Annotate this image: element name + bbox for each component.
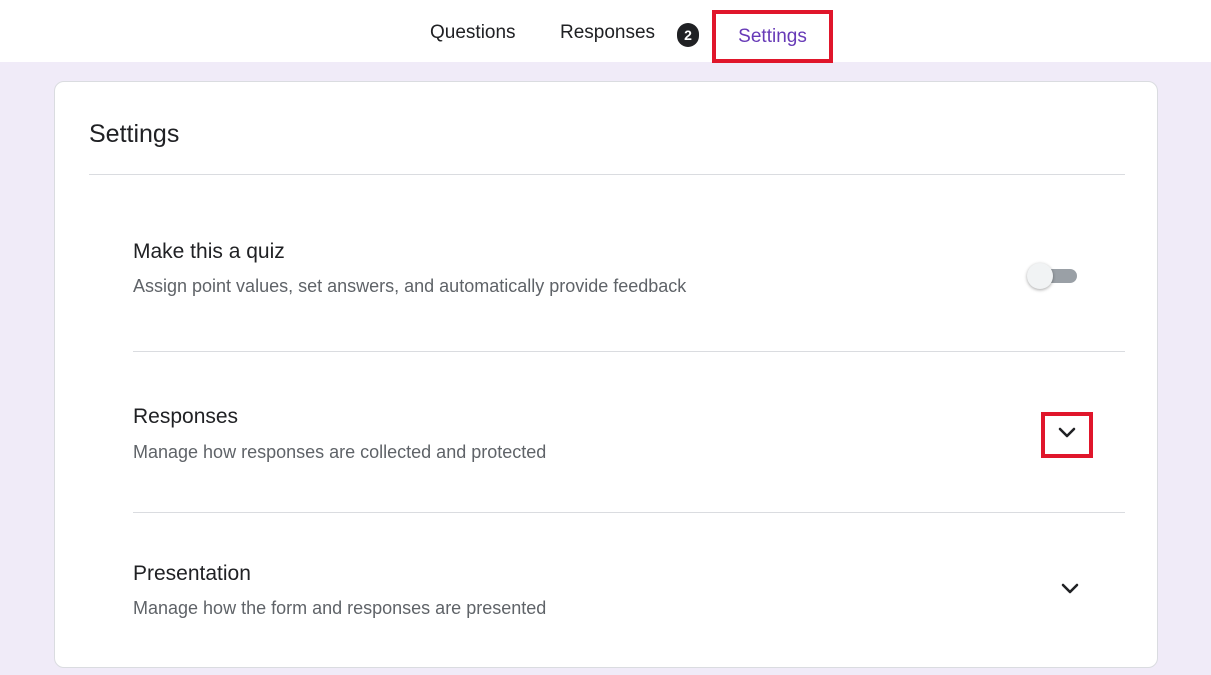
quiz-setting-title: Make this a quiz <box>133 240 285 263</box>
presentation-setting-description: Manage how the form and responses are pr… <box>133 598 547 618</box>
presentation-setting-title: Presentation <box>133 562 251 585</box>
top-nav-bar: Questions Responses 2 Settings <box>0 0 1211 63</box>
responses-setting-description: Manage how responses are collected and p… <box>133 442 547 462</box>
page-title: Settings <box>89 120 180 148</box>
responses-expand-button[interactable] <box>1041 412 1093 458</box>
quiz-toggle[interactable] <box>1025 260 1083 290</box>
chevron-down-icon <box>1058 427 1076 438</box>
settings-card: Settings Make this a quiz Assign point v… <box>54 81 1158 668</box>
toggle-thumb <box>1027 263 1053 289</box>
responses-setting-title: Responses <box>133 405 239 428</box>
row-divider <box>133 512 1125 513</box>
title-divider <box>89 174 1125 175</box>
row-divider <box>133 351 1125 352</box>
quiz-setting-description: Assign point values, set answers, and au… <box>133 276 687 296</box>
presentation-expand-button[interactable] <box>1044 568 1096 614</box>
responses-count-badge: 2 <box>677 23 699 47</box>
chevron-down-icon <box>1061 583 1079 594</box>
tab-questions[interactable]: Questions <box>430 22 516 44</box>
tab-responses[interactable]: Responses <box>560 22 655 44</box>
tab-settings[interactable]: Settings <box>712 10 833 63</box>
